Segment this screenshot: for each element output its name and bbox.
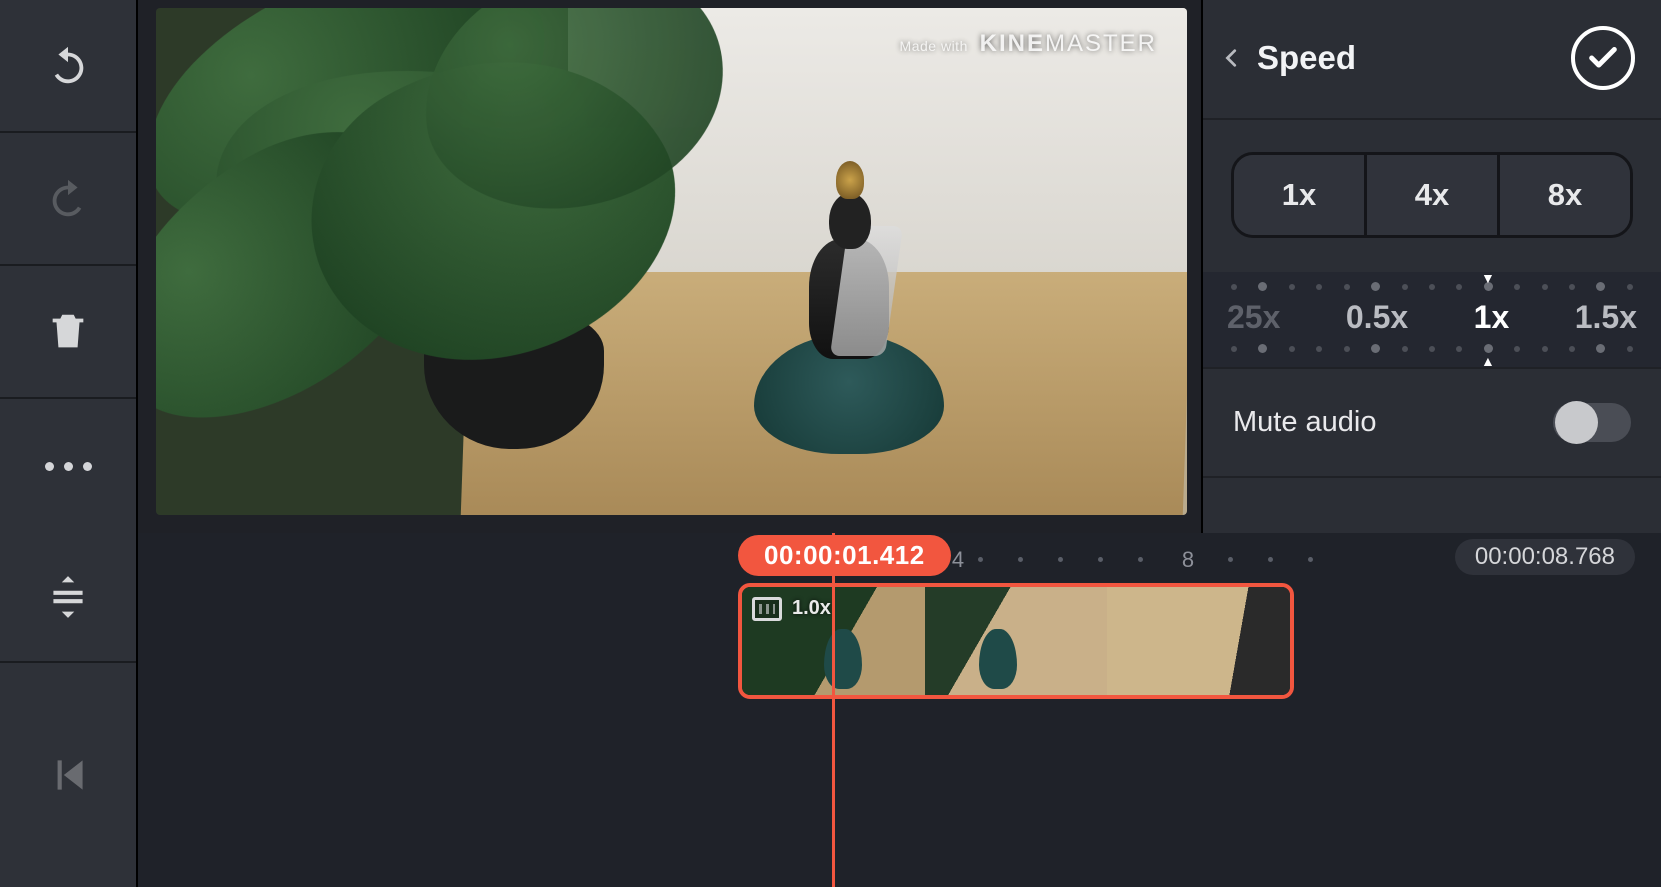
timeline-left-toolbar xyxy=(0,533,138,887)
caret-up-icon: ▲ xyxy=(1481,353,1495,369)
dial-label-dim: 25x xyxy=(1227,299,1280,336)
preset-4x[interactable]: 4x xyxy=(1367,155,1500,235)
panel-title: Speed xyxy=(1257,39,1356,77)
delete-button[interactable] xyxy=(0,266,136,399)
playhead[interactable] xyxy=(832,533,835,887)
total-time-chip: 00:00:08.768 xyxy=(1455,539,1635,575)
mute-audio-row: Mute audio xyxy=(1203,367,1661,478)
left-toolbar xyxy=(0,0,138,533)
watermark-brand-bold: KINE xyxy=(980,30,1045,57)
undo-icon xyxy=(45,43,91,89)
timeline-track-area[interactable]: 4 8 00:00:01.412 00:00:08.768 1.0x xyxy=(138,533,1661,887)
speed-presets: 1x 4x 8x xyxy=(1231,152,1633,238)
current-time-chip: 00:00:01.412 xyxy=(738,535,951,576)
back-button[interactable]: Speed xyxy=(1221,39,1356,77)
speed-panel: Speed 1x 4x 8x ▼ 25x 0.5x 1x 1.5x ▲ Mute xyxy=(1201,0,1661,533)
video-preview[interactable]: Made with KINEMASTER xyxy=(138,0,1201,533)
skip-start-button[interactable] xyxy=(0,663,136,887)
expand-tracks-button[interactable] xyxy=(0,533,136,663)
caret-down-icon: ▼ xyxy=(1481,270,1495,286)
preset-8x[interactable]: 8x xyxy=(1500,155,1630,235)
ruler-mark-8: 8 xyxy=(1182,547,1194,573)
watermark-brand-light: MASTER xyxy=(1045,30,1157,57)
redo-button[interactable] xyxy=(0,133,136,266)
confirm-button[interactable] xyxy=(1571,26,1635,90)
dial-label-0: 0.5x xyxy=(1346,299,1408,336)
more-icon xyxy=(45,462,92,471)
watermark: Made with KINEMASTER xyxy=(900,30,1157,58)
timeline: 4 8 00:00:01.412 00:00:08.768 1.0x xyxy=(0,533,1661,887)
clip-speed-label: 1.0x xyxy=(792,597,831,620)
skip-previous-icon xyxy=(43,750,93,800)
dial-label-2: 1.5x xyxy=(1575,299,1637,336)
mute-toggle[interactable] xyxy=(1553,403,1631,442)
preset-1x[interactable]: 1x xyxy=(1234,155,1367,235)
undo-button[interactable] xyxy=(0,0,136,133)
preview-frame: Made with KINEMASTER xyxy=(156,8,1187,515)
watermark-prefix: Made with xyxy=(900,38,968,54)
clip-media-icon xyxy=(752,597,782,621)
check-icon xyxy=(1586,41,1620,75)
expand-icon xyxy=(43,572,93,622)
trash-icon xyxy=(45,309,91,355)
selected-clip[interactable]: 1.0x xyxy=(738,583,1294,699)
dial-label-1: 1x xyxy=(1474,299,1510,336)
mute-label: Mute audio xyxy=(1233,406,1377,439)
ruler-mark-4: 4 xyxy=(952,547,964,573)
speed-dial[interactable]: ▼ 25x 0.5x 1x 1.5x ▲ xyxy=(1203,272,1661,367)
chevron-left-icon xyxy=(1221,41,1243,75)
redo-icon xyxy=(45,176,91,222)
more-button[interactable] xyxy=(0,399,136,533)
